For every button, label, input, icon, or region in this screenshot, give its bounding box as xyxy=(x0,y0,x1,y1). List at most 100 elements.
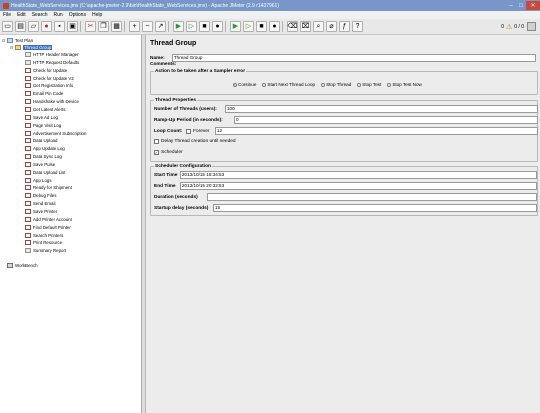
tree-node-item[interactable]: Save Printer xyxy=(20,208,57,215)
end-time-row: End Time 2013/10/15 20:32:53 xyxy=(154,182,537,190)
tree-node-item[interactable]: Send Email xyxy=(20,200,55,207)
radio-stop-test[interactable]: Stop Test xyxy=(357,82,381,87)
tree-node-item[interactable]: HTTP Header Manager xyxy=(20,51,79,58)
tree-node-item[interactable]: Ready for Shipment xyxy=(20,184,72,191)
sampler-icon xyxy=(25,169,31,175)
cut-icon[interactable]: ✂ xyxy=(85,21,96,32)
expand-icon[interactable]: + xyxy=(129,21,140,32)
close-button[interactable]: ✕ xyxy=(526,1,540,10)
warning-icon[interactable]: ⚠ xyxy=(506,23,512,31)
menu-run[interactable]: Run xyxy=(51,12,66,18)
thread-properties-legend: Thread Properties xyxy=(154,98,198,103)
tree-node-item[interactable]: Debug Files xyxy=(20,192,56,199)
remote-stop-icon[interactable]: ■ xyxy=(256,21,267,32)
scheduler-checkbox[interactable]: ✓ xyxy=(154,150,159,155)
tree-node-item[interactable]: App Update Log xyxy=(20,145,65,152)
menu-help[interactable]: Help xyxy=(89,12,105,18)
tree-node-item[interactable]: Data Upload List xyxy=(20,169,65,176)
duration-field[interactable] xyxy=(207,193,537,201)
tree-node-item[interactable]: Check for Update V2 xyxy=(20,75,74,82)
menu-search[interactable]: Search xyxy=(29,12,51,18)
delay-thread-checkbox[interactable] xyxy=(154,139,159,144)
tree-node-item[interactable]: Print Resource xyxy=(20,239,62,246)
templates-icon[interactable]: ▤ xyxy=(15,21,26,32)
tree-node-item[interactable]: Get Registration Info xyxy=(20,82,73,89)
open-icon[interactable]: ▱ xyxy=(28,21,39,32)
comments-row: Comments: xyxy=(150,62,176,67)
help-icon[interactable]: ? xyxy=(352,21,363,32)
start-no-pauses-icon[interactable]: ▷ xyxy=(186,21,197,32)
search-icon[interactable]: ⌕ xyxy=(313,21,324,32)
sampler-icon xyxy=(25,130,31,136)
tree-node-label: Data Upload xyxy=(33,138,58,144)
sampler-icon xyxy=(25,161,31,167)
tree-node-label: Data Sync Log xyxy=(33,154,62,160)
threads-field[interactable]: 100 xyxy=(225,105,538,113)
new-icon[interactable]: ▭ xyxy=(2,21,13,32)
tree-node-item[interactable]: App Logs xyxy=(20,177,52,184)
end-time-field[interactable]: 2013/10/15 20:32:53 xyxy=(180,182,537,190)
tree-node-item[interactable]: Summary Report xyxy=(20,247,66,254)
remote-shutdown-icon[interactable]: ● xyxy=(269,21,280,32)
copy-icon[interactable]: ❐ xyxy=(98,21,109,32)
loop-count-field[interactable]: 12 xyxy=(215,127,538,135)
menu-file[interactable]: File xyxy=(0,12,14,18)
tree-node-item[interactable]: Page Visit Log xyxy=(20,122,61,129)
tree-node-item[interactable]: Email Pin Code xyxy=(20,90,63,97)
delay-thread-row: Delay Thread creation until needed xyxy=(154,139,236,144)
maximize-button[interactable]: □ xyxy=(516,1,526,10)
tree-node-workbench[interactable]: WorkBench xyxy=(2,262,38,269)
start-time-field[interactable]: 2013/10/15 18:34:53 xyxy=(180,171,537,179)
tree-node-item[interactable]: Add Printer Account xyxy=(20,216,72,223)
radio-start-next-thread-loop[interactable]: Start Next Thread Loop xyxy=(262,82,315,87)
save-as-icon[interactable]: ▣ xyxy=(67,21,78,32)
menu-options[interactable]: Options xyxy=(66,12,89,18)
radio-stop-test-now[interactable]: Stop Test Now xyxy=(387,82,422,87)
shutdown-icon[interactable]: ● xyxy=(212,21,223,32)
remote-start-all-icon[interactable]: ▷ xyxy=(243,21,254,32)
tree-node-thread-group[interactable]: ⊟ Thread Group xyxy=(10,44,53,51)
reset-search-icon[interactable]: ⌀ xyxy=(326,21,337,32)
minimize-button[interactable]: – xyxy=(506,1,516,10)
collapse-icon[interactable]: − xyxy=(142,21,153,32)
tree-node-label: Get Registration Info xyxy=(33,83,74,89)
tree-node-item[interactable]: Advertisement Subscription xyxy=(20,130,86,137)
radio-stop-thread[interactable]: Stop Thread xyxy=(321,82,351,87)
radio-icon xyxy=(387,82,392,87)
remote-start-icon[interactable]: ▶ xyxy=(230,21,241,32)
save-icon[interactable]: ▪ xyxy=(54,21,65,32)
tree-node-item[interactable]: Search Printers xyxy=(20,232,63,239)
close-file-icon[interactable]: ● xyxy=(41,21,52,32)
tree-node-test-plan[interactable]: ⊟ Test Plan xyxy=(2,37,33,44)
start-icon[interactable]: ▶ xyxy=(173,21,184,32)
function-helper-icon[interactable]: ƒ xyxy=(339,21,350,32)
paste-icon[interactable]: ▦ xyxy=(111,21,122,32)
tree-node-item[interactable]: Get Latest Alerts xyxy=(20,106,65,113)
menu-edit[interactable]: Edit xyxy=(14,12,29,18)
startup-delay-field[interactable]: 15 xyxy=(213,204,537,212)
clear-all-icon[interactable]: ⌧ xyxy=(300,21,311,32)
radio-continue[interactable]: Continue xyxy=(233,82,256,87)
thread-group-icon xyxy=(15,45,21,50)
tree-node-item[interactable]: Find Default Printer xyxy=(20,224,71,231)
clear-icon[interactable]: ⌫ xyxy=(287,21,298,32)
tree-node-label: HTTP Header Manager xyxy=(33,52,79,57)
name-field[interactable]: Thread Group xyxy=(171,54,536,62)
tree-node-item[interactable]: Handshake with Device xyxy=(20,98,79,105)
tree-node-item[interactable]: Save Ad Log xyxy=(20,114,58,121)
tree-node-item[interactable]: Data Sync Log xyxy=(20,153,62,160)
ramp-up-field[interactable]: 0 xyxy=(234,116,538,124)
test-plan-icon xyxy=(7,38,13,43)
toolbar-separator xyxy=(80,21,81,32)
tree-node-item[interactable]: Save Pulse xyxy=(20,161,55,168)
sampler-icon xyxy=(25,240,31,246)
config-element-icon xyxy=(25,59,31,65)
sampler-icon xyxy=(25,146,31,152)
toolbar-separator xyxy=(124,21,125,32)
forever-checkbox[interactable] xyxy=(186,128,191,134)
tree-node-item[interactable]: Data Upload xyxy=(20,137,57,144)
tree-node-item[interactable]: HTTP Request Defaults xyxy=(20,59,79,66)
toggle-icon[interactable]: ↗ xyxy=(155,21,166,32)
tree-node-item[interactable]: Check for Update xyxy=(20,67,67,74)
stop-icon[interactable]: ■ xyxy=(199,21,210,32)
